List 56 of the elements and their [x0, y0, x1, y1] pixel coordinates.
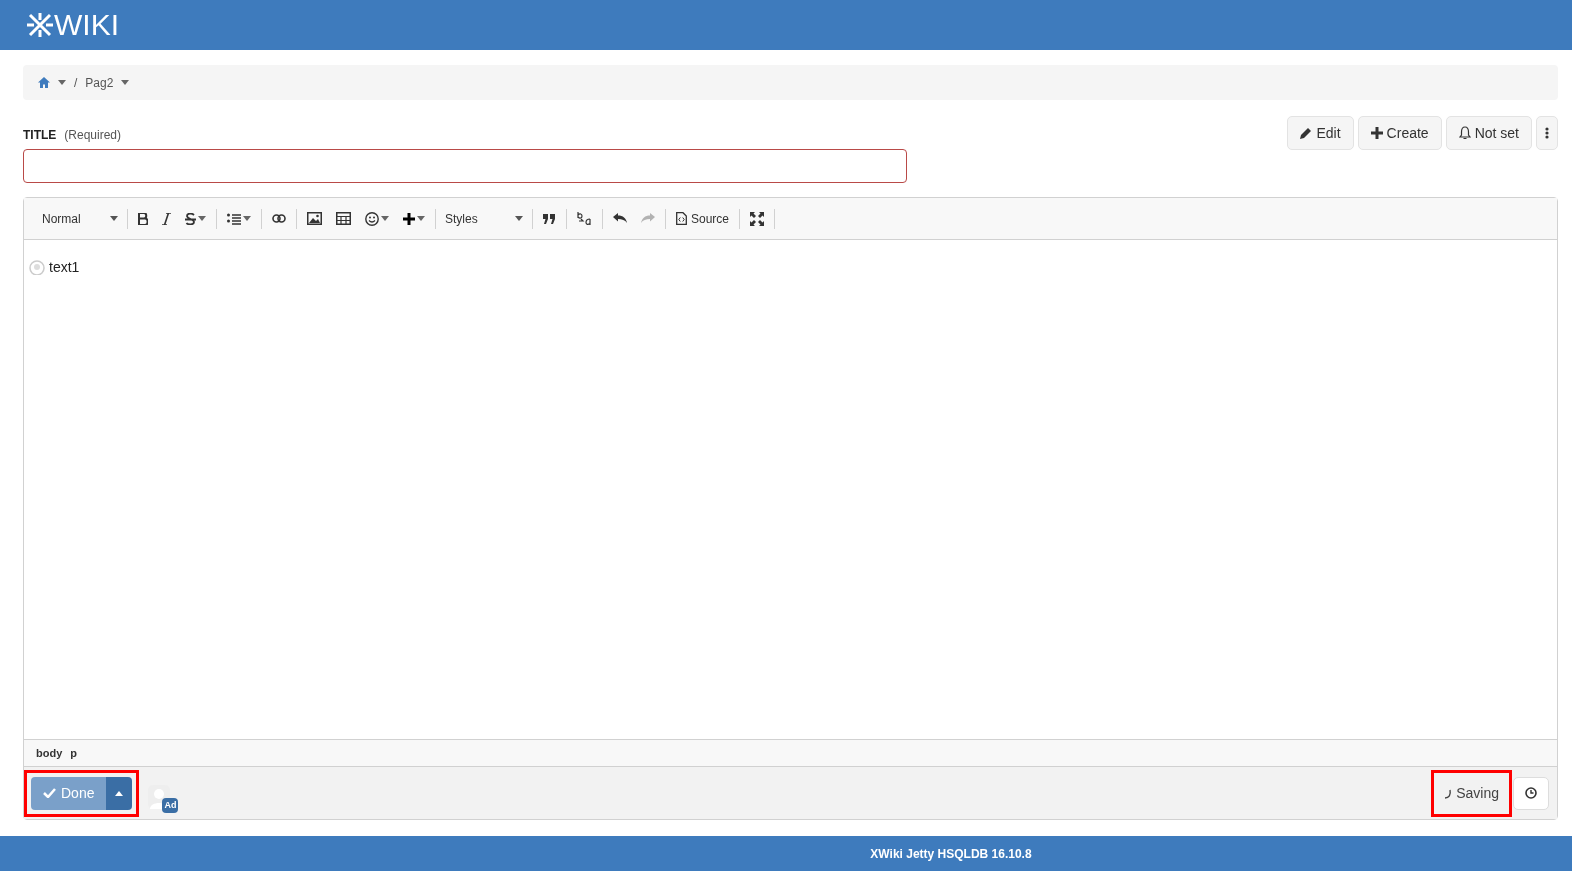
notifications-button[interactable]: Not set — [1445, 116, 1532, 150]
picture-icon — [307, 212, 322, 225]
saving-status: Saving — [1438, 776, 1505, 810]
element-path-link[interactable]: body — [36, 744, 63, 762]
curved-right-arrow-icon — [641, 213, 655, 224]
document-code-icon — [676, 212, 687, 225]
logo[interactable]: WIKI — [27, 10, 119, 40]
paragraph-text: text1 — [49, 258, 80, 277]
element-path-link[interactable]: p — [70, 744, 77, 762]
caret-icon — [417, 216, 425, 221]
strike-glyph-icon — [185, 212, 196, 225]
home-icon — [38, 77, 50, 88]
breadcrumb-link[interactable]: Pag2 — [85, 73, 130, 92]
more-actions-button[interactable] — [1536, 116, 1558, 150]
caret-icon — [381, 216, 389, 221]
caret-icon — [58, 80, 66, 85]
create-button[interactable]: Create — [1357, 116, 1442, 150]
dropdown-toggle-button[interactable] — [106, 776, 133, 810]
plus-icon — [403, 212, 415, 225]
caret-icon — [515, 216, 523, 221]
user-avatar-icon — [29, 260, 45, 275]
italic-glyph-icon — [162, 212, 171, 225]
home-link[interactable] — [38, 77, 66, 88]
vertical-dots-icon — [1545, 127, 1549, 139]
breadcrumb-separator: / — [74, 74, 78, 92]
styles-dropdown[interactable]: Styles — [439, 205, 529, 232]
chain-link-icon — [272, 214, 286, 223]
quote-marks-icon — [543, 213, 556, 224]
footer-text: XWiki Jetty HSQLDB 16.10.8 — [870, 845, 1032, 863]
format-dropdown[interactable]: Normal — [36, 205, 124, 232]
caret-icon — [121, 80, 130, 85]
smiley-icon — [365, 211, 379, 226]
caret-icon — [198, 216, 206, 221]
bullet-list-icon — [227, 212, 241, 225]
history-button[interactable] — [1513, 776, 1549, 810]
caret-icon — [243, 216, 251, 221]
asterisk-icon — [27, 12, 53, 38]
swap-letters-icon — [577, 211, 592, 226]
expand-arrows-icon — [750, 211, 765, 226]
required-hint: (Required) — [64, 128, 122, 142]
user-initials-badge: Ad — [162, 797, 179, 813]
grid-table-icon — [336, 212, 351, 225]
checkmark-icon — [43, 788, 56, 798]
plus-icon — [1370, 127, 1383, 139]
source-button[interactable]: Source — [669, 205, 737, 232]
bell-icon — [1458, 126, 1471, 140]
edit-button[interactable]: Edit — [1287, 116, 1354, 150]
clock-icon — [1525, 787, 1537, 799]
bold-glyph-icon — [138, 212, 148, 225]
curved-left-arrow-icon — [613, 213, 627, 224]
caret-up-icon — [115, 790, 124, 796]
spinner-icon — [1444, 787, 1453, 799]
caret-icon — [110, 216, 118, 221]
pencil-icon — [1300, 127, 1313, 139]
field-label: TITLE — [23, 128, 57, 142]
title-input[interactable] — [23, 149, 907, 183]
